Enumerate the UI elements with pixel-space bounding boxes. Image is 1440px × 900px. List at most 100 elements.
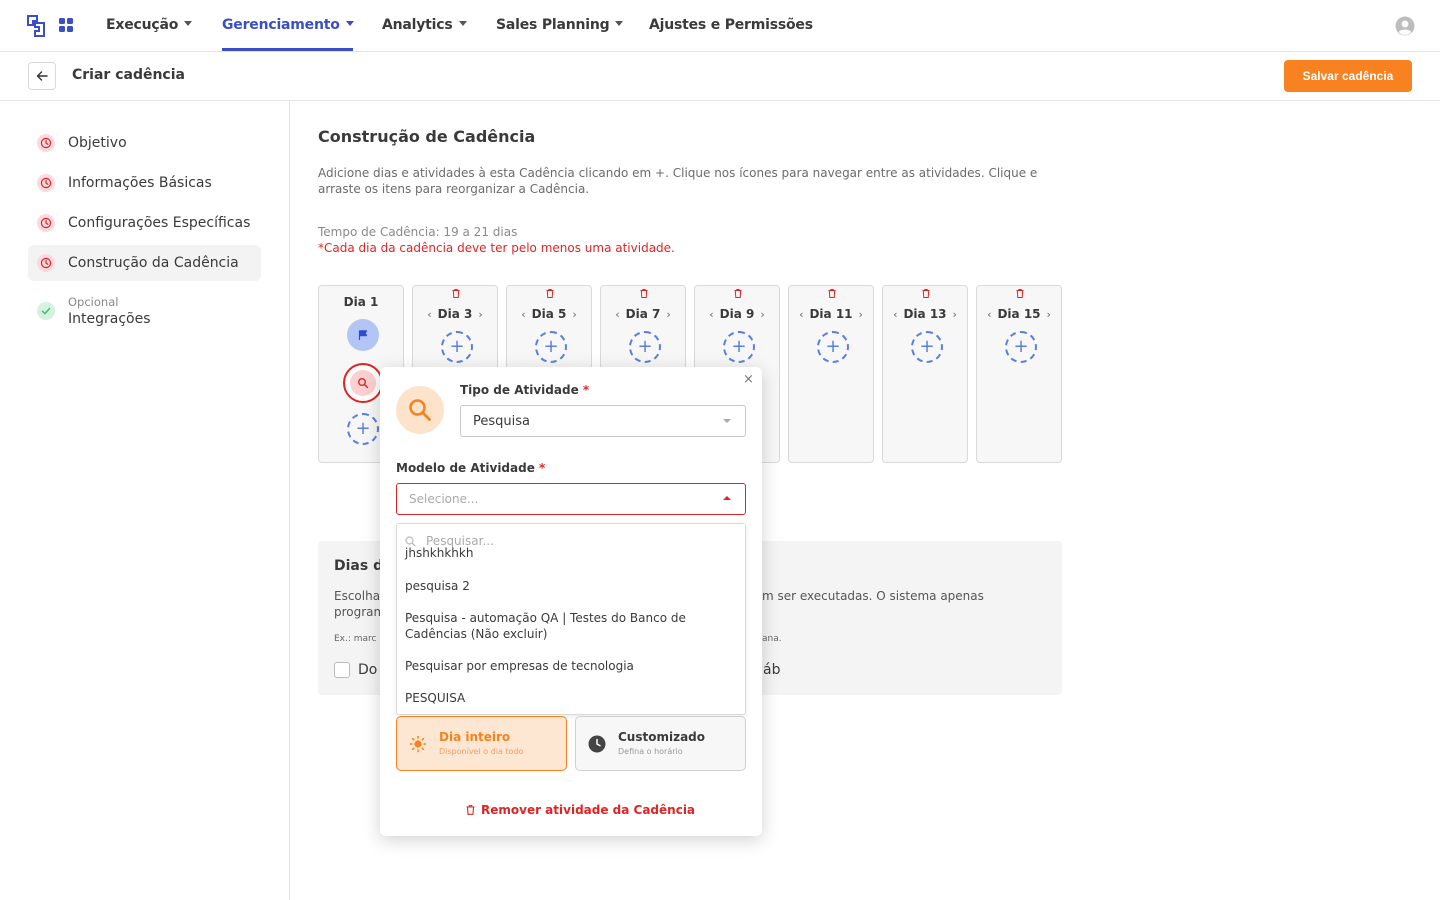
remove-activity-link[interactable]: Remover atividade da Cadência xyxy=(466,803,695,817)
saturday-label: áb xyxy=(763,662,781,678)
steps-sidebar: Objetivo Informações Básicas Configuraçõ… xyxy=(0,101,290,900)
time-option-title: Dia inteiro xyxy=(439,730,511,744)
page-title: Criar cadência xyxy=(72,67,185,83)
nav-execucao[interactable]: Execução xyxy=(106,17,193,33)
nav-gerenciamento[interactable]: Gerenciamento xyxy=(222,17,354,33)
sidebar-item-label: Informações Básicas xyxy=(68,175,212,191)
chevron-right-icon[interactable]: › xyxy=(478,308,482,321)
sidebar-item-label: Objetivo xyxy=(68,135,127,151)
chevron-down-icon xyxy=(345,21,354,26)
trash-icon[interactable] xyxy=(828,289,836,298)
chevron-right-icon[interactable]: › xyxy=(859,308,863,321)
chevron-right-icon[interactable]: › xyxy=(666,308,670,321)
nav-ajustes[interactable]: Ajustes e Permissões xyxy=(649,17,813,33)
close-icon[interactable]: × xyxy=(743,372,754,387)
chevron-left-icon[interactable]: ‹ xyxy=(893,308,897,321)
trash-icon[interactable] xyxy=(1016,289,1024,298)
dropdown-option[interactable]: PESQUISA xyxy=(405,690,725,706)
chevron-up-icon xyxy=(723,496,731,500)
activity-model-dropdown: Pesquisar... jhshkhkhkh pesquisa 2 Pesqu… xyxy=(396,523,746,715)
sidebar-item-configuracoes[interactable]: Configurações Específicas xyxy=(28,205,261,241)
plus-icon: + xyxy=(637,336,653,357)
add-activity-button[interactable]: + xyxy=(629,331,661,363)
business-days-desc: m ser executadas. O sistema apenas xyxy=(762,589,984,603)
trash-icon xyxy=(466,805,475,815)
dropdown-option[interactable]: Pesquisa - automação QA | Testes do Banc… xyxy=(405,610,725,642)
add-activity-button[interactable]: + xyxy=(911,331,943,363)
dropdown-option-partial[interactable]: jhshkhkhkh xyxy=(405,546,473,560)
business-days-example: ana. xyxy=(762,634,782,644)
clock-icon xyxy=(37,254,55,272)
time-option-custom[interactable]: Customizado Defina o horário xyxy=(575,716,746,771)
check-icon xyxy=(37,302,55,320)
day-column-11[interactable]: ‹ Dia 11 › + xyxy=(788,285,874,463)
search-icon xyxy=(396,386,444,434)
time-option-subtitle: Disponível o dia todo xyxy=(439,747,524,756)
search-icon xyxy=(405,535,416,547)
clock-icon xyxy=(588,735,606,753)
activity-model-select[interactable]: Selecione... xyxy=(396,483,746,515)
chevron-right-icon[interactable]: › xyxy=(760,308,764,321)
save-cadence-button[interactable]: Salvar cadência xyxy=(1284,60,1412,92)
back-button[interactable] xyxy=(28,62,56,90)
section-title: Construção de Cadência xyxy=(318,127,536,146)
flag-icon[interactable] xyxy=(347,319,379,351)
time-option-full-day[interactable]: Dia inteiro Disponível o dia todo xyxy=(396,716,567,771)
dropdown-option[interactable]: Pesquisar por empresas de tecnologia xyxy=(405,658,725,674)
chevron-right-icon[interactable]: › xyxy=(953,308,957,321)
activity-type-select[interactable]: Pesquisa xyxy=(460,405,746,437)
add-activity-button[interactable]: + xyxy=(441,331,473,363)
chevron-left-icon[interactable]: ‹ xyxy=(521,308,525,321)
sunday-checkbox[interactable] xyxy=(334,662,350,678)
chevron-left-icon[interactable]: ‹ xyxy=(615,308,619,321)
nav-sales-planning[interactable]: Sales Planning xyxy=(496,17,624,33)
sidebar-item-integracoes[interactable]: Opcional Integrações xyxy=(28,291,261,331)
apps-grid-icon[interactable] xyxy=(59,18,73,32)
top-nav: Execução Gerenciamento Analytics Sales P… xyxy=(0,0,1440,52)
sidebar-item-informacoes-basicas[interactable]: Informações Básicas xyxy=(28,165,261,201)
add-activity-button[interactable]: + xyxy=(723,331,755,363)
sidebar-item-construcao[interactable]: Construção da Cadência xyxy=(28,245,261,281)
chevron-left-icon[interactable]: ‹ xyxy=(427,308,431,321)
trash-icon[interactable] xyxy=(734,289,742,298)
day-column-15[interactable]: ‹ Dia 15 › + xyxy=(976,285,1062,463)
section-description: Adicione dias e atividades à esta Cadênc… xyxy=(318,166,1038,196)
validation-warning: *Cada dia da cadência deve ter pelo meno… xyxy=(318,241,675,255)
trash-icon[interactable] xyxy=(546,289,554,298)
activity-model-label: Modelo de Atividade * xyxy=(396,461,546,475)
add-activity-button[interactable]: + xyxy=(535,331,567,363)
day-header: ‹ Dia 15 › xyxy=(987,307,1051,321)
add-activity-button[interactable]: + xyxy=(1005,331,1037,363)
plus-icon: + xyxy=(449,336,465,357)
plus-icon: + xyxy=(825,336,841,357)
chevron-right-icon[interactable]: › xyxy=(1047,308,1051,321)
day-column-13[interactable]: ‹ Dia 13 › + xyxy=(882,285,968,463)
plus-icon: + xyxy=(543,336,559,357)
time-option-title: Customizado xyxy=(618,730,706,744)
trash-icon[interactable] xyxy=(452,289,460,298)
activity-popover: × Tipo de Atividade * Pesquisa Modelo de… xyxy=(380,367,762,836)
day-header: ‹ Dia 5 › xyxy=(521,307,577,321)
day-header: ‹ Dia 11 › xyxy=(799,307,863,321)
user-avatar-icon[interactable] xyxy=(1395,16,1415,36)
dropdown-search-mask xyxy=(397,524,745,534)
chevron-left-icon[interactable]: ‹ xyxy=(799,308,803,321)
sidebar-item-objetivo[interactable]: Objetivo xyxy=(28,125,261,161)
chevron-right-icon[interactable]: › xyxy=(572,308,576,321)
chevron-left-icon[interactable]: ‹ xyxy=(709,308,713,321)
sunday-label: Do xyxy=(358,662,378,678)
sidebar-item-label: Integrações xyxy=(68,311,151,327)
chevron-down-icon xyxy=(458,21,467,26)
sidebar-item-label: Configurações Específicas xyxy=(68,215,251,231)
logo-icon[interactable] xyxy=(27,15,45,37)
nav-analytics[interactable]: Analytics xyxy=(382,17,467,33)
trash-icon[interactable] xyxy=(640,289,648,298)
chevron-down-icon xyxy=(723,419,731,423)
activity-search-selected[interactable] xyxy=(343,363,383,403)
add-activity-button[interactable]: + xyxy=(347,413,379,445)
trash-icon[interactable] xyxy=(922,289,930,298)
chevron-left-icon[interactable]: ‹ xyxy=(987,308,991,321)
add-activity-button[interactable]: + xyxy=(817,331,849,363)
dropdown-option[interactable]: pesquisa 2 xyxy=(405,578,725,594)
cadence-duration: Tempo de Cadência: 19 a 21 dias xyxy=(318,225,518,239)
